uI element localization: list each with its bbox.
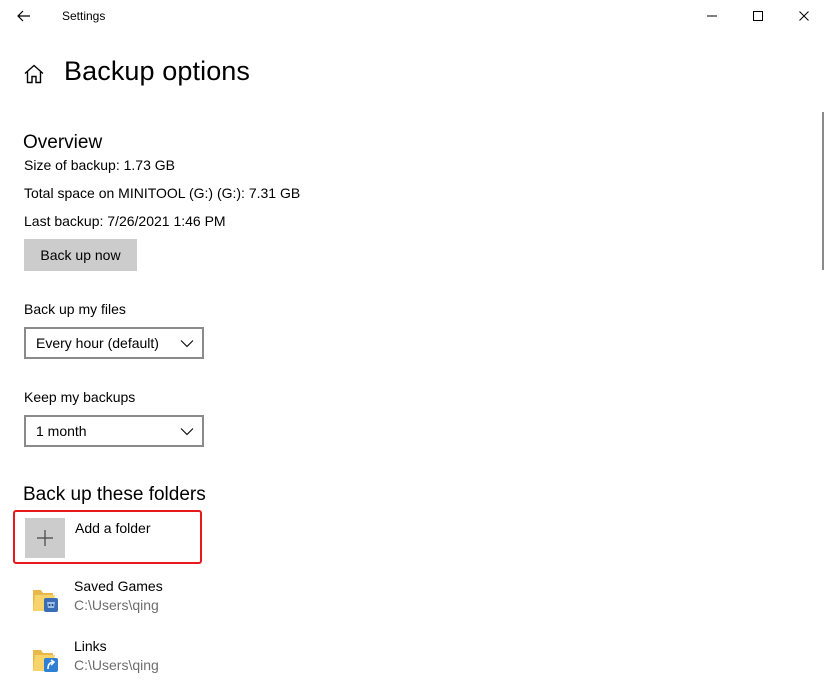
add-folder-tile <box>25 518 65 558</box>
close-icon <box>799 11 809 21</box>
back-up-now-button[interactable]: Back up now <box>24 239 137 271</box>
maximize-button[interactable] <box>735 0 781 32</box>
page-title: Backup options <box>64 56 251 86</box>
folder-name: Links <box>74 638 107 654</box>
chevron-down-icon <box>180 428 194 436</box>
home-icon[interactable] <box>22 62 46 86</box>
plus-icon <box>37 530 53 546</box>
backup-frequency-dropdown[interactable]: Every hour (default) <box>24 327 204 359</box>
chevron-down-icon <box>180 340 194 348</box>
back-button[interactable] <box>10 4 38 28</box>
close-button[interactable] <box>781 0 827 32</box>
folder-name: Saved Games <box>74 578 163 594</box>
minimize-icon <box>707 15 717 17</box>
add-folder-button[interactable]: Add a folder <box>13 510 202 564</box>
backup-frequency-value: Every hour (default) <box>36 335 159 351</box>
folder-icon <box>33 650 58 672</box>
size-of-backup-text: Size of backup: 1.73 GB <box>24 157 175 173</box>
title-bar: Settings <box>0 0 827 32</box>
add-folder-label: Add a folder <box>75 520 151 536</box>
maximize-icon <box>753 11 763 21</box>
backup-frequency-label: Back up my files <box>24 301 126 317</box>
vertical-scrollbar[interactable] <box>822 112 824 270</box>
last-backup-text: Last backup: 7/26/2021 1:46 PM <box>24 213 226 229</box>
folder-item-saved-games[interactable]: Saved Games C:\Users\qing <box>24 578 324 622</box>
overview-heading: Overview <box>23 132 103 153</box>
keep-backups-value: 1 month <box>36 423 87 439</box>
minimize-button[interactable] <box>689 0 735 32</box>
folder-path: C:\Users\qing <box>74 597 159 613</box>
arrow-left-icon <box>17 10 30 22</box>
total-space-text: Total space on MINITOOL (G:) (G:): 7.31 … <box>24 185 301 201</box>
folder-icon <box>33 590 58 612</box>
folder-item-links[interactable]: Links C:\Users\qing <box>24 638 324 682</box>
keep-backups-dropdown[interactable]: 1 month <box>24 415 204 447</box>
keep-backups-label: Keep my backups <box>24 389 136 405</box>
app-title: Settings <box>62 9 106 23</box>
folders-heading: Back up these folders <box>23 484 206 505</box>
